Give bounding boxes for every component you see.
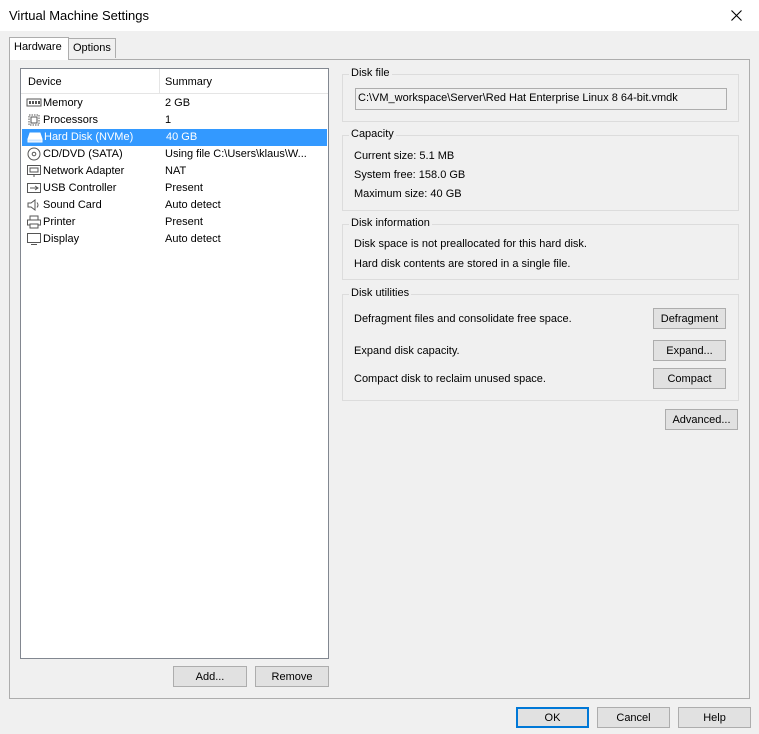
tab-options[interactable]: Options [68,38,116,58]
device-row-hard-disk[interactable]: Hard Disk (NVMe) 40 GB [22,129,327,146]
list-header: Device Summary [21,69,328,94]
column-header-device[interactable]: Device [28,76,62,88]
disk-file-group: Disk file C:\VM_workspace\Server\Red Hat… [342,67,739,122]
advanced-button[interactable]: Advanced... [665,409,738,430]
usb-icon [26,181,42,195]
group-title: Disk information [349,217,432,229]
device-summary: Present [165,182,203,194]
device-summary: 40 GB [166,131,198,143]
device-row-printer[interactable]: Printer Present [21,214,328,231]
cancel-button[interactable]: Cancel [597,707,670,728]
device-name: CD/DVD (SATA) [43,148,123,160]
defragment-button[interactable]: Defragment [653,308,726,329]
device-name: Sound Card [43,199,102,211]
device-summary: Auto detect [165,233,221,245]
compact-text: Compact disk to reclaim unused space. [354,373,546,385]
device-row-usb-controller[interactable]: USB Controller Present [21,180,328,197]
device-summary: 1 [165,114,172,126]
maximum-size-text: Maximum size: 40 GB [354,188,462,200]
disk-info-line: Disk space is not preallocated for this … [354,238,587,250]
column-header-summary[interactable]: Summary [165,76,212,88]
window-title: Virtual Machine Settings [9,8,149,23]
device-name: Processors [43,114,99,126]
memory-icon [26,96,42,110]
disk-info-line: Hard disk contents are stored in a singl… [354,258,571,270]
network-adapter-icon [26,164,42,178]
ok-button[interactable]: OK [516,707,589,728]
system-free-text: System free: 158.0 GB [354,169,466,181]
device-summary: 2 GB [165,97,191,109]
device-row-network-adapter[interactable]: Network Adapter NAT [21,163,328,180]
device-row-display[interactable]: Display Auto detect [21,231,328,248]
compact-button[interactable]: Compact [653,368,726,389]
title-bar: Virtual Machine Settings [0,0,759,31]
speaker-icon [26,198,42,212]
current-size-text: Current size: 5.1 MB [354,150,455,162]
add-device-button[interactable]: Add... [173,666,247,687]
tab-label: Options [73,42,111,54]
device-name: Display [43,233,80,245]
expand-text: Expand disk capacity. [354,345,460,357]
device-row-sound-card[interactable]: Sound Card Auto detect [21,197,328,214]
disk-file-path-field[interactable]: C:\VM_workspace\Server\Red Hat Enterpris… [355,88,727,110]
help-button[interactable]: Help [678,707,751,728]
processor-icon [26,113,42,127]
device-row-processors[interactable]: Processors 1 [21,112,328,129]
device-list[interactable]: Device Summary Memory 2 GB Processors 1 … [20,68,329,659]
disk-information-group: Disk information Disk space is not preal… [342,217,739,280]
close-button[interactable] [713,0,759,31]
tab-hardware[interactable]: Hardware [9,37,69,60]
device-summary: NAT [165,165,187,177]
device-row-memory[interactable]: Memory 2 GB [21,95,328,112]
cd-dvd-icon [26,147,42,161]
expand-button[interactable]: Expand... [653,340,726,361]
display-icon [26,232,42,246]
disk-utilities-group: Disk utilities Defragment files and cons… [342,287,739,401]
device-name: Hard Disk (NVMe) [44,131,134,143]
capacity-group: Capacity Current size: 5.1 MB System fre… [342,128,739,211]
device-row-cd-dvd[interactable]: CD/DVD (SATA) Using file C:\Users\klaus\… [21,146,328,163]
device-name: USB Controller [43,182,117,194]
device-summary: Auto detect [165,199,221,211]
device-name: Memory [43,97,83,109]
group-title: Capacity [349,128,396,140]
device-summary: Using file C:\Users\klaus\W... [165,148,307,160]
group-title: Disk utilities [349,287,412,299]
remove-device-button[interactable]: Remove [255,666,329,687]
device-name: Printer [43,216,76,228]
column-divider[interactable] [159,69,160,94]
device-name: Network Adapter [43,165,125,177]
printer-icon [26,215,42,229]
device-summary: Present [165,216,203,228]
group-title: Disk file [349,67,392,79]
defragment-text: Defragment files and consolidate free sp… [354,313,572,325]
hard-disk-icon [27,130,43,144]
tab-label: Hardware [14,41,62,53]
close-icon [730,10,742,21]
